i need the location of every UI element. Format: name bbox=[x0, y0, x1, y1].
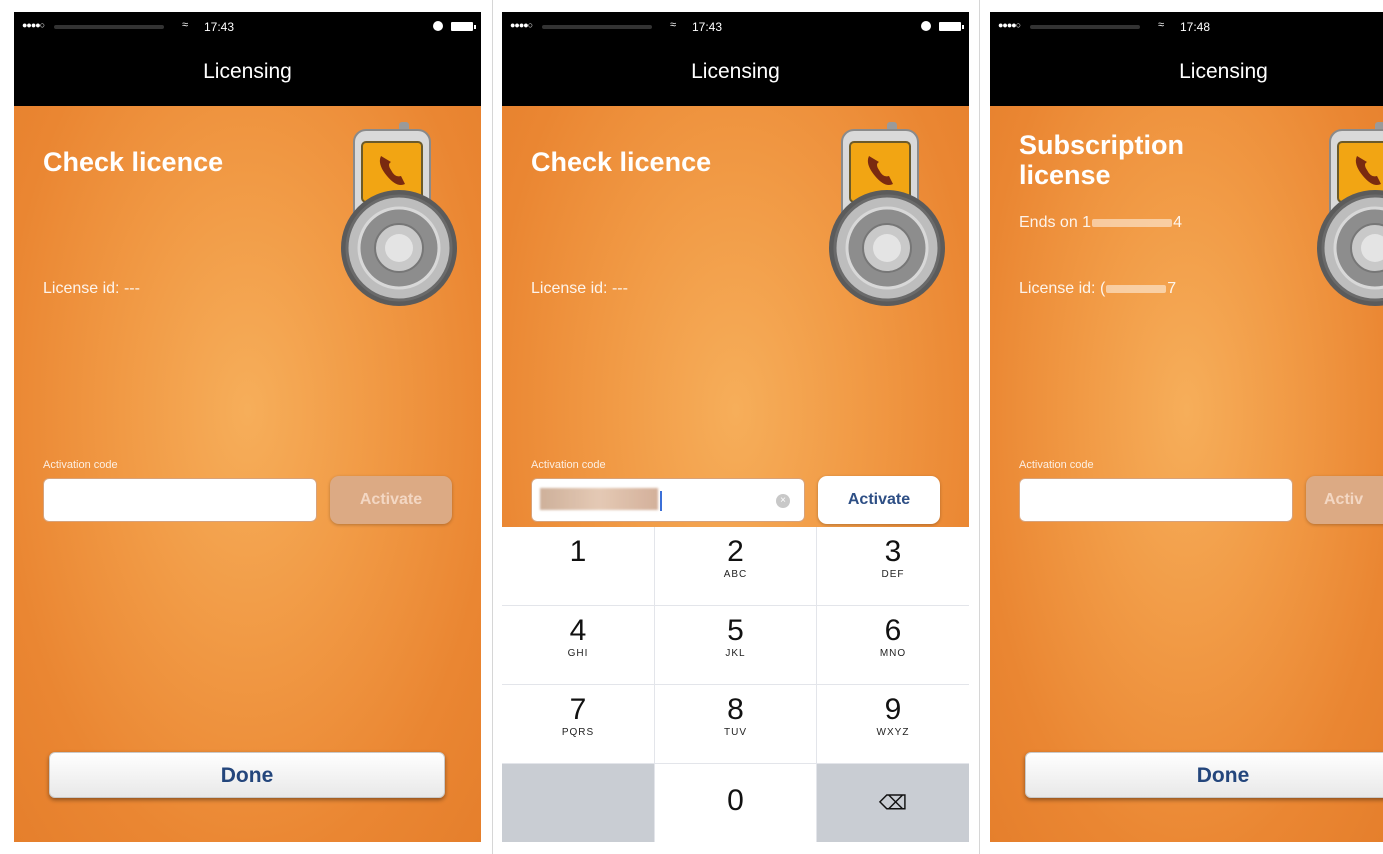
key-4[interactable]: 4 GHI bbox=[502, 606, 654, 684]
activate-button[interactable]: Activate bbox=[818, 476, 940, 524]
nav-title: Licensing bbox=[1179, 60, 1268, 83]
license-id: License id: --- bbox=[531, 280, 628, 297]
key-6[interactable]: 6 MNO bbox=[817, 606, 969, 684]
panel-divider bbox=[979, 0, 980, 854]
signal-icon: ●●●●○ bbox=[998, 20, 1021, 30]
status-time: 17:43 bbox=[692, 20, 723, 34]
subscription-end-date: Ends on 1 4 bbox=[1019, 214, 1182, 232]
screen-check-licence: ●●●●○ ≈ 17:43 Licensing Check licence Li… bbox=[14, 12, 481, 842]
done-button[interactable]: Done bbox=[49, 752, 445, 798]
key-blank bbox=[502, 764, 654, 842]
backspace-icon: ⌫ bbox=[878, 792, 908, 815]
key-3[interactable]: 3 DEF bbox=[817, 527, 969, 605]
page-title: Check licence bbox=[531, 147, 712, 177]
redacted-date bbox=[1092, 218, 1173, 227]
key-1[interactable]: 1 bbox=[502, 527, 654, 605]
text-cursor bbox=[660, 491, 662, 511]
key-backspace[interactable]: ⌫ bbox=[817, 764, 969, 842]
carrier-name-redacted bbox=[1030, 25, 1140, 29]
battery-icon bbox=[939, 22, 964, 31]
screen-subscription-license: ●●●●○ ≈ 17:48 Licensing Subscription lic… bbox=[990, 12, 1383, 842]
phone-lock-icon bbox=[1317, 122, 1383, 306]
key-8[interactable]: 8 TUV bbox=[655, 685, 816, 763]
status-bar: ●●●●○ ≈ 17:43 bbox=[502, 12, 969, 42]
license-id-prefix: License id: ( bbox=[1019, 280, 1106, 297]
screen-check-licence-keypad: ●●●●○ ≈ 17:43 Licensing Check licence Li… bbox=[502, 12, 969, 842]
done-button[interactable]: Done bbox=[1025, 752, 1383, 798]
lock-rotation-icon bbox=[921, 21, 931, 31]
carrier-name-redacted bbox=[542, 25, 652, 29]
clear-text-icon[interactable]: × bbox=[776, 494, 790, 508]
activation-code-label: Activation code bbox=[531, 459, 606, 471]
activation-code-label: Activation code bbox=[1019, 459, 1094, 471]
license-id: License id: --- bbox=[43, 280, 140, 297]
numeric-keypad: 1 2 ABC 3 DEF 4 GHI 5 JKL 6 MNO 7 PQRS 8 bbox=[502, 527, 969, 842]
wifi-icon: ≈ bbox=[670, 19, 677, 31]
page-title: Subscription license bbox=[1019, 130, 1184, 190]
activate-button[interactable]: Activ bbox=[1306, 476, 1383, 524]
ends-on-prefix: Ends on 1 bbox=[1019, 214, 1092, 231]
panel-divider bbox=[492, 0, 493, 854]
key-5[interactable]: 5 JKL bbox=[655, 606, 816, 684]
nav-title: Licensing bbox=[203, 60, 292, 83]
wifi-icon: ≈ bbox=[1158, 19, 1165, 31]
nav-bar: Licensing bbox=[502, 42, 969, 106]
activation-code-input[interactable]: × bbox=[531, 478, 805, 522]
page-title-line-1: Subscription bbox=[1019, 130, 1185, 160]
phone-lock-icon bbox=[341, 122, 457, 306]
status-time: 17:43 bbox=[204, 20, 235, 34]
status-bar: ●●●●○ ≈ 17:48 bbox=[990, 12, 1383, 42]
license-id-suffix: 7 bbox=[1167, 280, 1177, 297]
key-0[interactable]: 0 bbox=[655, 764, 816, 842]
activation-code-input[interactable] bbox=[43, 478, 317, 522]
license-id: License id: ( 7 bbox=[1019, 280, 1176, 298]
key-9[interactable]: 9 WXYZ bbox=[817, 685, 969, 763]
key-7[interactable]: 7 PQRS bbox=[502, 685, 654, 763]
activation-code-value-redacted bbox=[540, 488, 658, 510]
phone-lock-icon bbox=[829, 122, 945, 306]
battery-icon bbox=[451, 22, 476, 31]
signal-icon: ●●●●○ bbox=[22, 20, 45, 30]
page-title-line-2: license bbox=[1019, 160, 1111, 190]
status-time: 17:48 bbox=[1180, 20, 1211, 34]
activate-button[interactable]: Activate bbox=[330, 476, 452, 524]
key-2[interactable]: 2 ABC bbox=[655, 527, 816, 605]
activation-code-input[interactable] bbox=[1019, 478, 1293, 522]
nav-bar: Licensing bbox=[990, 42, 1383, 106]
carrier-name-redacted bbox=[54, 25, 164, 29]
nav-bar: Licensing bbox=[14, 42, 481, 106]
ends-on-suffix: 4 bbox=[1173, 214, 1182, 231]
page-title: Check licence bbox=[43, 147, 224, 177]
lock-rotation-icon bbox=[433, 21, 443, 31]
signal-icon: ●●●●○ bbox=[510, 20, 533, 30]
redacted-license-id bbox=[1106, 284, 1167, 293]
wifi-icon: ≈ bbox=[182, 19, 189, 31]
status-bar: ●●●●○ ≈ 17:43 bbox=[14, 12, 481, 42]
nav-title: Licensing bbox=[691, 60, 780, 83]
activation-code-label: Activation code bbox=[43, 459, 118, 471]
